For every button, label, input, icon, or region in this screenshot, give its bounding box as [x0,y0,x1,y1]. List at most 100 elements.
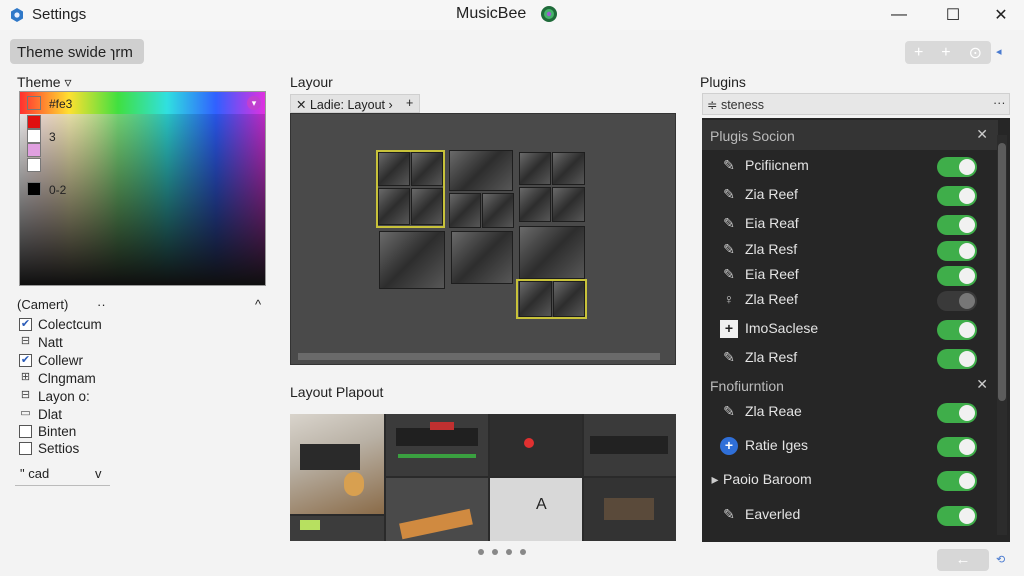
page-dot[interactable] [520,549,526,555]
plugin-toggle[interactable] [937,349,977,369]
option-row[interactable]: ⊟ Layon o: [19,389,90,404]
swatch-white[interactable] [27,158,41,172]
expand-icon[interactable]: ▸ [706,471,724,489]
layout-tile[interactable] [552,152,585,185]
page-dot[interactable] [506,549,512,555]
plugin-row[interactable]: ♀ Zla Reef [702,286,998,314]
swatch-label: #fe3 [49,97,73,111]
plugin-toggle[interactable] [937,186,977,206]
chevron-up-icon[interactable]: ^ [255,297,261,312]
plugin-toggle[interactable] [937,506,977,526]
swatch-white[interactable] [27,129,41,143]
more-icon[interactable]: ·· [97,297,106,312]
plugin-toggle[interactable] [937,320,977,340]
plugin-toggle[interactable] [937,266,977,286]
pin-icon[interactable]: ◂ [996,45,1002,58]
plugin-row[interactable]: ✎ Pcifiicnem [702,152,998,180]
page-dot[interactable] [492,549,498,555]
plugin-toggle[interactable] [937,241,977,261]
plugin-row[interactable]: ✎ Zla Resf [702,236,998,264]
plugins-search-input[interactable]: ≑ steness ··· [702,93,1010,115]
option-row[interactable]: ▭ Dlat [19,407,62,422]
page-dot[interactable] [478,549,484,555]
close-icon[interactable]: ✕ [976,376,988,393]
plugin-toggle[interactable] [937,437,977,457]
option-row[interactable]: Binten [19,424,76,439]
chevron-down-icon[interactable]: ▾ [247,96,261,110]
layout-tile[interactable] [552,187,585,222]
layout-scrollbar[interactable] [298,353,660,360]
preview-thumbnail[interactable] [290,414,384,514]
layout-canvas[interactable] [290,113,676,365]
app-title: MusicBee [456,5,527,22]
layout-tile[interactable] [449,193,481,228]
preview-thumbnail[interactable] [290,516,384,541]
option-label: Natt [38,335,63,350]
layout-tile[interactable] [379,231,445,289]
checkbox[interactable]: ✔ [19,318,32,331]
plugin-toggle[interactable] [937,403,977,423]
layout-preview-strip[interactable]: A [290,414,676,541]
layout-tile[interactable] [449,150,513,191]
preview-thumbnail[interactable] [584,414,676,476]
swatch-black[interactable] [27,182,41,196]
plugin-toggle[interactable] [937,157,977,177]
layout-tile[interactable] [519,226,585,279]
option-row[interactable]: ⊟ Natt [19,335,63,350]
add-icon[interactable]: + [914,44,923,62]
refresh-icon[interactable]: ⟲ [996,553,1005,566]
plugin-row[interactable]: ✎ Eia Reef [702,261,998,289]
plugin-edit-icon: ✎ [723,506,735,522]
more-icon[interactable]: ··· [993,96,1006,110]
preview-thumbnail[interactable] [386,414,488,476]
preview-thumbnail[interactable] [584,478,676,541]
checkbox[interactable] [19,442,32,455]
close-icon[interactable]: ✕ [976,126,988,143]
option-row[interactable]: ✔ Collewr [19,353,83,368]
add-small-icon[interactable]: + [941,44,950,62]
scrollbar-thumb[interactable] [998,143,1006,401]
preview-thumbnail[interactable] [490,414,582,476]
swatch-pink[interactable] [27,143,41,157]
layout-tab[interactable]: ✕ Ladie: Layout › + [290,94,420,113]
plugin-row[interactable]: ✎ Zia Reef [702,181,998,209]
plugin-row[interactable]: ✎ Eia Reaf [702,210,998,238]
plugins-scrollbar[interactable] [997,135,1007,535]
chevron-down-icon[interactable]: v [95,466,102,481]
layout-tile[interactable] [519,187,551,222]
swatch-black[interactable] [27,96,41,110]
layout-tile[interactable] [519,152,551,185]
option-row[interactable]: ⊞ Clngmam [19,371,96,386]
preview-thumbnail[interactable] [386,478,488,541]
plugin-toggle[interactable] [937,291,977,311]
plugin-row[interactable]: + ImoSaclese [702,315,998,343]
settings-app-icon [11,8,23,22]
layout-tile[interactable] [482,193,514,228]
preview-pagination[interactable] [478,549,526,555]
plugin-row[interactable]: + Ratie Iges [702,432,998,460]
plugin-toggle[interactable] [937,215,977,235]
plugin-toggle[interactable] [937,471,977,491]
plugin-row[interactable]: ✎ Eaverled [702,501,998,529]
close-button[interactable]: ✕ [990,4,1012,26]
checkbox[interactable]: ✔ [19,354,32,367]
section-title: Fnofiurntion [710,378,784,394]
pad-dropdown[interactable]: " cad v [15,466,110,486]
color-picker[interactable]: ▾ #fe3 3 0-2 [19,91,266,286]
checkbox[interactable] [19,425,32,438]
plugin-row[interactable]: ✎ Zla Reae [702,398,998,426]
layout-tile[interactable] [451,231,513,284]
swatch-red[interactable] [27,115,41,129]
plugin-row[interactable]: ✎ Zla Resf [702,344,998,372]
preview-thumbnail[interactable]: A [490,478,582,541]
back-button[interactable]: ← [937,549,989,571]
camera-header[interactable]: (Camert) ·· ^ [17,297,267,312]
minimize-button[interactable]: — [888,4,910,26]
plugin-row[interactable]: ▸ Paoio Baroom [702,466,998,494]
theme-tab[interactable]: Theme swide ɿrm [10,39,144,64]
add-tab-icon[interactable]: + [406,96,413,110]
option-row[interactable]: Settios [19,441,79,456]
target-icon[interactable]: ⊙ [969,43,982,63]
maximize-button[interactable]: ☐ [942,4,964,26]
option-row[interactable]: ✔ Colectcum [19,317,102,332]
